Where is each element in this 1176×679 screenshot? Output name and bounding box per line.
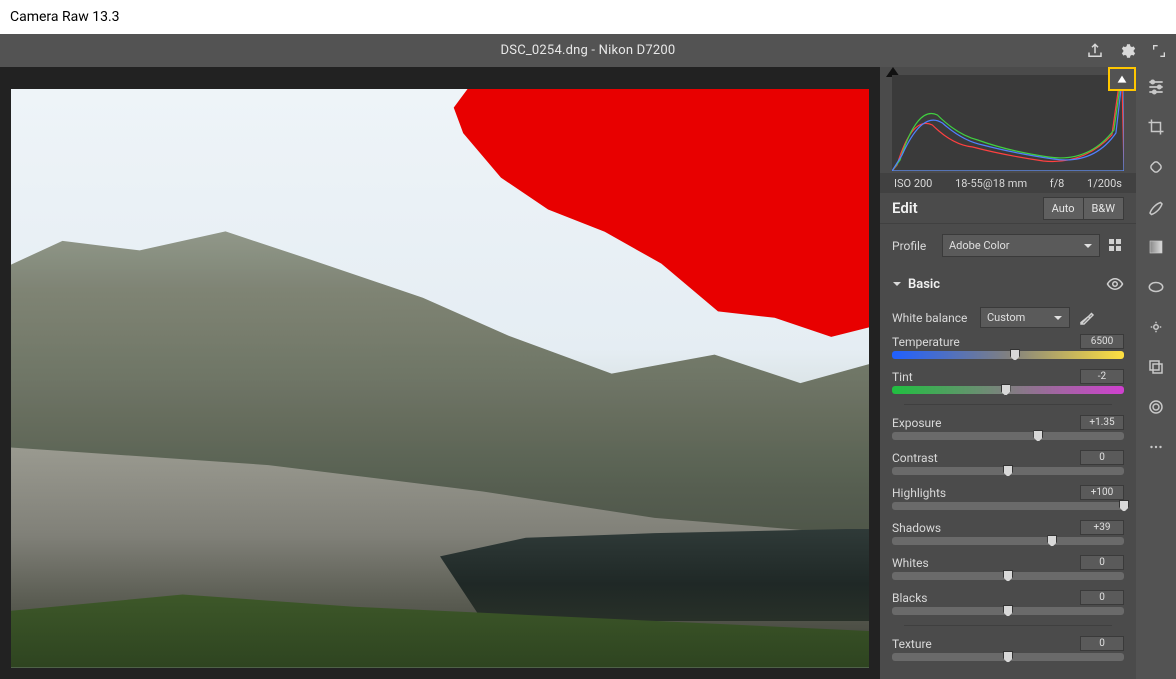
highlights-slider[interactable]: Highlights+100 bbox=[892, 485, 1124, 510]
heal-icon[interactable] bbox=[1144, 155, 1168, 179]
redeye-icon[interactable] bbox=[1144, 315, 1168, 339]
chevron-down-icon bbox=[892, 279, 902, 289]
blacks-slider[interactable]: Blacks0 bbox=[892, 590, 1124, 615]
highlight-clipping-toggle[interactable] bbox=[1108, 67, 1136, 91]
profile-browser-icon[interactable] bbox=[1108, 238, 1124, 254]
whites-slider[interactable]: Whites0 bbox=[892, 555, 1124, 580]
topbar: DSC_0254.dng - Nikon D7200 bbox=[0, 34, 1176, 67]
toolstrip bbox=[1136, 67, 1176, 679]
export-icon[interactable] bbox=[1084, 40, 1106, 62]
window-title: Camera Raw 13.3 bbox=[0, 0, 1176, 34]
right-panel: ISO 200 18-55@18 mm f/8 1/200s Edit Auto… bbox=[880, 67, 1136, 679]
temperature-slider[interactable]: Temperature6500 bbox=[892, 334, 1124, 359]
more-icon[interactable] bbox=[1144, 435, 1168, 459]
exif-iso: ISO 200 bbox=[894, 177, 932, 190]
app-shell: DSC_0254.dng - Nikon D7200 bbox=[0, 34, 1176, 679]
eyedropper-icon[interactable] bbox=[1078, 309, 1096, 327]
gradient-icon[interactable] bbox=[1144, 235, 1168, 259]
white-balance-label: White balance bbox=[892, 311, 972, 325]
file-title: DSC_0254.dng - Nikon D7200 bbox=[0, 43, 1176, 58]
edit-heading: Edit bbox=[892, 199, 918, 217]
gear-icon[interactable] bbox=[1116, 40, 1138, 62]
crop-icon[interactable] bbox=[1144, 115, 1168, 139]
image-canvas[interactable] bbox=[0, 67, 880, 679]
radial-icon[interactable] bbox=[1144, 275, 1168, 299]
profile-select[interactable]: Adobe Color bbox=[942, 234, 1100, 257]
exif-lens: 18-55@18 mm bbox=[955, 177, 1027, 190]
auto-button[interactable]: Auto bbox=[1043, 197, 1084, 220]
contrast-slider[interactable]: Contrast0 bbox=[892, 450, 1124, 475]
visibility-toggle-icon[interactable] bbox=[1106, 275, 1124, 293]
fullscreen-icon[interactable] bbox=[1148, 40, 1170, 62]
presets-icon[interactable] bbox=[1144, 355, 1168, 379]
white-balance-select[interactable]: Custom bbox=[980, 307, 1070, 328]
bw-button[interactable]: B&W bbox=[1083, 197, 1124, 220]
texture-slider[interactable]: Texture0 bbox=[892, 636, 1124, 661]
exif-bar: ISO 200 18-55@18 mm f/8 1/200s bbox=[880, 173, 1136, 193]
histogram[interactable] bbox=[892, 75, 1124, 171]
swirl-icon[interactable] bbox=[1144, 395, 1168, 419]
exposure-slider[interactable]: Exposure+1.35 bbox=[892, 415, 1124, 440]
edit-sliders-icon[interactable] bbox=[1144, 75, 1168, 99]
shadows-slider[interactable]: Shadows+39 bbox=[892, 520, 1124, 545]
basic-panel-header[interactable]: Basic bbox=[880, 267, 1136, 301]
exif-shutter: 1/200s bbox=[1087, 177, 1122, 190]
profile-label: Profile bbox=[892, 239, 934, 253]
brush-icon[interactable] bbox=[1144, 195, 1168, 219]
tint-slider[interactable]: Tint-2 bbox=[892, 369, 1124, 394]
exif-aperture: f/8 bbox=[1050, 177, 1065, 190]
